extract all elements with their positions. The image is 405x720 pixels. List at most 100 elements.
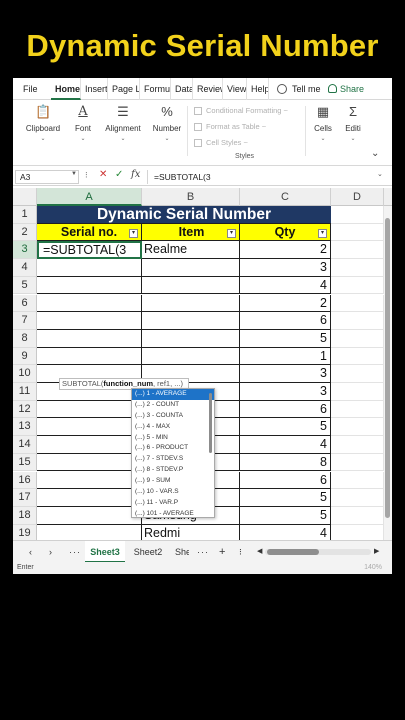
qty-cell[interactable]: 6 [240, 312, 331, 330]
vertical-scroll-thumb[interactable] [385, 218, 390, 518]
row-header[interactable]: 10 [13, 365, 37, 383]
scroll-left-icon[interactable]: ◀ [257, 541, 262, 563]
item-cell[interactable] [142, 294, 240, 313]
qty-cell[interactable]: 5 [240, 506, 331, 525]
serial-cell[interactable] [37, 312, 142, 330]
row-header[interactable]: 8 [13, 329, 37, 348]
table-cell[interactable] [331, 453, 384, 472]
item-cell[interactable] [142, 347, 240, 366]
collapse-ribbon-icon[interactable]: ⌄ [371, 148, 379, 159]
tab-data[interactable]: Data [171, 78, 193, 100]
formula-input[interactable]: =SUBTOTAL(3 [147, 170, 373, 184]
item-cell[interactable] [142, 276, 240, 295]
format-as-table-button[interactable]: Format as Table ~ [191, 119, 303, 135]
row-header[interactable]: 17 [13, 489, 37, 507]
row-header[interactable]: 9 [13, 347, 37, 366]
serial-cell[interactable] [37, 259, 142, 277]
filter-dropdown-icon[interactable]: ▾ [227, 228, 236, 238]
table-cell[interactable] [331, 400, 384, 419]
serial-cell[interactable] [37, 471, 142, 490]
font-button[interactable]: A Font ⌄ [69, 104, 97, 142]
table-cell[interactable] [331, 418, 384, 437]
sheet-tab-sheet2[interactable]: Sheet2 [131, 541, 165, 563]
cancel-icon[interactable]: ✕ [99, 169, 107, 180]
qty-cell[interactable]: 5 [240, 329, 331, 348]
tab-formulas[interactable]: Formulas [140, 78, 171, 100]
table-cell[interactable] [331, 294, 384, 313]
select-all-corner[interactable] [13, 188, 37, 206]
editing-button[interactable]: Σ Editi ⌄ [343, 104, 363, 142]
row-header[interactable]: 1 [13, 206, 37, 224]
chevron-down-icon[interactable]: ⌄ [377, 170, 383, 178]
row-header[interactable]: 7 [13, 312, 37, 330]
serial-cell[interactable] [37, 436, 142, 454]
qty-cell[interactable]: 2 [240, 241, 331, 260]
enter-icon[interactable]: ✓ [115, 169, 123, 180]
row-header[interactable]: 12 [13, 400, 37, 419]
active-cell-a3[interactable]: =SUBTOTAL(3 [37, 241, 142, 260]
serial-cell[interactable] [37, 506, 142, 525]
cells-button[interactable]: ▦ Cells ⌄ [309, 104, 337, 142]
chevron-down-icon[interactable]: ▼ [71, 171, 77, 177]
qty-cell[interactable]: 6 [240, 400, 331, 419]
more-icon[interactable]: ··· [69, 541, 81, 563]
tab-review[interactable]: Review [193, 78, 223, 100]
filter-dropdown-icon[interactable]: ▾ [129, 228, 138, 238]
qty-cell[interactable]: 3 [240, 259, 331, 277]
tab-file[interactable]: File [13, 78, 51, 100]
serial-cell[interactable] [37, 276, 142, 295]
column-header-c[interactable]: C [240, 188, 331, 206]
table-cell[interactable] [331, 506, 384, 525]
qty-cell[interactable]: 8 [240, 453, 331, 472]
autocomplete-scrollbar[interactable] [209, 393, 212, 453]
tell-me-search[interactable]: Tell me [277, 83, 325, 94]
clipboard-button[interactable]: 📋 Clipboard ⌄ [21, 104, 65, 142]
autocomplete-item[interactable]: (...) 2 - COUNT [132, 400, 214, 411]
autocomplete-item[interactable]: (...) 5 - MIN [132, 433, 214, 444]
item-cell[interactable]: Redmi [142, 524, 240, 540]
tab-page-layout[interactable]: Page Layout [108, 78, 140, 100]
qty-cell[interactable]: 5 [240, 418, 331, 437]
item-cell[interactable] [142, 329, 240, 348]
qty-cell[interactable]: 2 [240, 294, 331, 313]
conditional-formatting-button[interactable]: Conditional Formatting ~ [191, 103, 303, 119]
autocomplete-item[interactable]: (...) 7 - STDEV.S [132, 454, 214, 465]
scroll-right-icon[interactable]: ▶ [374, 541, 379, 563]
autocomplete-item[interactable]: (...) 8 - STDEV.P [132, 465, 214, 476]
table-cell[interactable] [331, 312, 384, 330]
serial-cell[interactable] [37, 347, 142, 366]
horizontal-scroll-thumb[interactable] [267, 549, 319, 555]
chevron-left-icon[interactable]: ‹ [29, 541, 32, 563]
sheet-tab-partial[interactable]: She [175, 541, 189, 563]
tab-home[interactable]: Home [51, 78, 81, 100]
table-cell[interactable] [331, 259, 384, 277]
row-header[interactable]: 5 [13, 276, 37, 295]
row-header[interactable]: 13 [13, 418, 37, 437]
header-cell-serial[interactable]: Serial no. ▾ [37, 223, 142, 242]
tab-insert[interactable]: Insert [81, 78, 108, 100]
row-header[interactable]: 15 [13, 453, 37, 472]
serial-cell[interactable] [37, 524, 142, 540]
table-cell[interactable] [331, 206, 384, 224]
share-button[interactable]: Share [328, 84, 364, 94]
qty-cell[interactable]: 3 [240, 383, 331, 401]
tab-view[interactable]: View [223, 78, 247, 100]
serial-cell[interactable] [37, 418, 142, 437]
qty-cell[interactable]: 4 [240, 276, 331, 295]
table-cell[interactable] [331, 276, 384, 295]
autocomplete-item[interactable]: (...) 101 - AVERAGE [132, 509, 214, 517]
horizontal-scrollbar[interactable] [265, 549, 371, 555]
table-cell[interactable] [331, 365, 384, 383]
serial-cell[interactable] [37, 453, 142, 472]
autocomplete-item[interactable]: (...) 6 - PRODUCT [132, 443, 214, 454]
serial-cell[interactable] [37, 329, 142, 348]
sheet-title-cell[interactable]: Dynamic Serial Number [37, 206, 331, 224]
row-header[interactable]: 18 [13, 506, 37, 525]
item-cell[interactable] [142, 259, 240, 277]
autocomplete-item[interactable]: (...) 3 - COUNTA [132, 411, 214, 422]
zoom-level[interactable]: 140% [364, 562, 382, 574]
add-sheet-icon[interactable]: + [219, 541, 225, 563]
tab-help[interactable]: Help [247, 78, 269, 100]
number-button[interactable]: % Number ⌄ [149, 104, 185, 142]
table-cell[interactable] [331, 383, 384, 401]
